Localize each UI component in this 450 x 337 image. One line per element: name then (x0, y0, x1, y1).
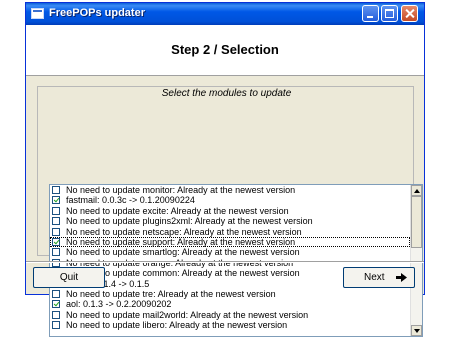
checkbox-checked[interactable] (52, 237, 60, 246)
module-row[interactable]: aol: 0.1.3 -> 0.2.20090202 (50, 299, 410, 309)
wizard-header: Step 2 / Selection (26, 25, 424, 76)
modules-group: Select the modules to update No need to … (37, 86, 423, 337)
module-row[interactable]: fastmail: 0.0.3c -> 0.1.20090224 (50, 195, 410, 205)
window-title: FreePOPs updater (49, 7, 145, 19)
checkbox-unchecked[interactable] (52, 206, 60, 215)
module-label: fastmail: 0.0.3c -> 0.1.20090224 (66, 195, 195, 206)
module-label: No need to update smartlog: Already at t… (66, 247, 300, 258)
module-row[interactable]: No need to update smartlog: Already at t… (50, 247, 410, 257)
title-bar[interactable]: FreePOPs updater (26, 3, 424, 25)
arrow-right-icon (396, 273, 407, 282)
module-row[interactable]: No need to update monitor: Already at th… (50, 185, 410, 195)
module-label: No need to update tre: Already at the ne… (66, 288, 276, 299)
module-label: No need to update libero: Already at the… (66, 320, 288, 331)
module-row[interactable]: No need to update support: Already at th… (50, 236, 410, 248)
module-label: No need to update netscape: Already at t… (66, 226, 302, 237)
module-row[interactable]: No need to update excite: Already at the… (50, 206, 410, 216)
next-button-label: Next (364, 272, 385, 283)
module-row[interactable]: No need to update libero: Already at the… (50, 320, 410, 330)
module-label: No need to update plugins2xml: Already a… (66, 216, 313, 227)
module-row[interactable]: No need to update plugins2xml: Already a… (50, 216, 410, 226)
module-row[interactable]: No need to update netscape: Already at t… (50, 227, 410, 237)
updater-window: FreePOPs updater Step 2 / Selection Sele… (25, 2, 425, 337)
next-button[interactable]: Next (343, 267, 415, 288)
minimize-button[interactable] (362, 5, 379, 22)
checkbox-unchecked[interactable] (52, 248, 60, 257)
app-window-icon (31, 8, 44, 19)
maximize-button[interactable] (381, 5, 398, 22)
checkbox-unchecked[interactable] (52, 321, 60, 330)
scroll-down-button[interactable] (411, 325, 422, 336)
modules-group-label: Select the modules to update (161, 88, 292, 99)
module-label: No need to update excite: Already at the… (66, 205, 289, 216)
checkbox-unchecked[interactable] (52, 310, 60, 319)
module-row[interactable]: No need to update mail2world: Already at… (50, 310, 410, 320)
scroll-up-button[interactable] (411, 185, 422, 196)
scroll-thumb[interactable] (411, 196, 422, 248)
checkbox-unchecked[interactable] (52, 227, 60, 236)
checkbox-unchecked[interactable] (52, 217, 60, 226)
module-label: aol: 0.1.3 -> 0.2.20090202 (66, 299, 172, 310)
module-label: No need to update mail2world: Already at… (66, 309, 309, 320)
quit-button-label: Quit (59, 272, 79, 283)
checkbox-checked[interactable] (52, 196, 60, 205)
close-button[interactable] (401, 5, 418, 22)
checkbox-unchecked[interactable] (52, 289, 60, 298)
footer-separator (26, 261, 424, 263)
step-title: Step 2 / Selection (171, 42, 279, 57)
checkbox-checked[interactable] (52, 300, 60, 309)
quit-button[interactable]: Quit (33, 267, 105, 288)
checkbox-unchecked[interactable] (52, 186, 60, 194)
module-row[interactable]: No need to update tre: Already at the ne… (50, 289, 410, 299)
module-label: No need to update monitor: Already at th… (66, 185, 296, 195)
module-label: No need to update support: Already at th… (66, 236, 296, 247)
modules-list-rows: No need to update monitor: Already at th… (50, 185, 422, 330)
